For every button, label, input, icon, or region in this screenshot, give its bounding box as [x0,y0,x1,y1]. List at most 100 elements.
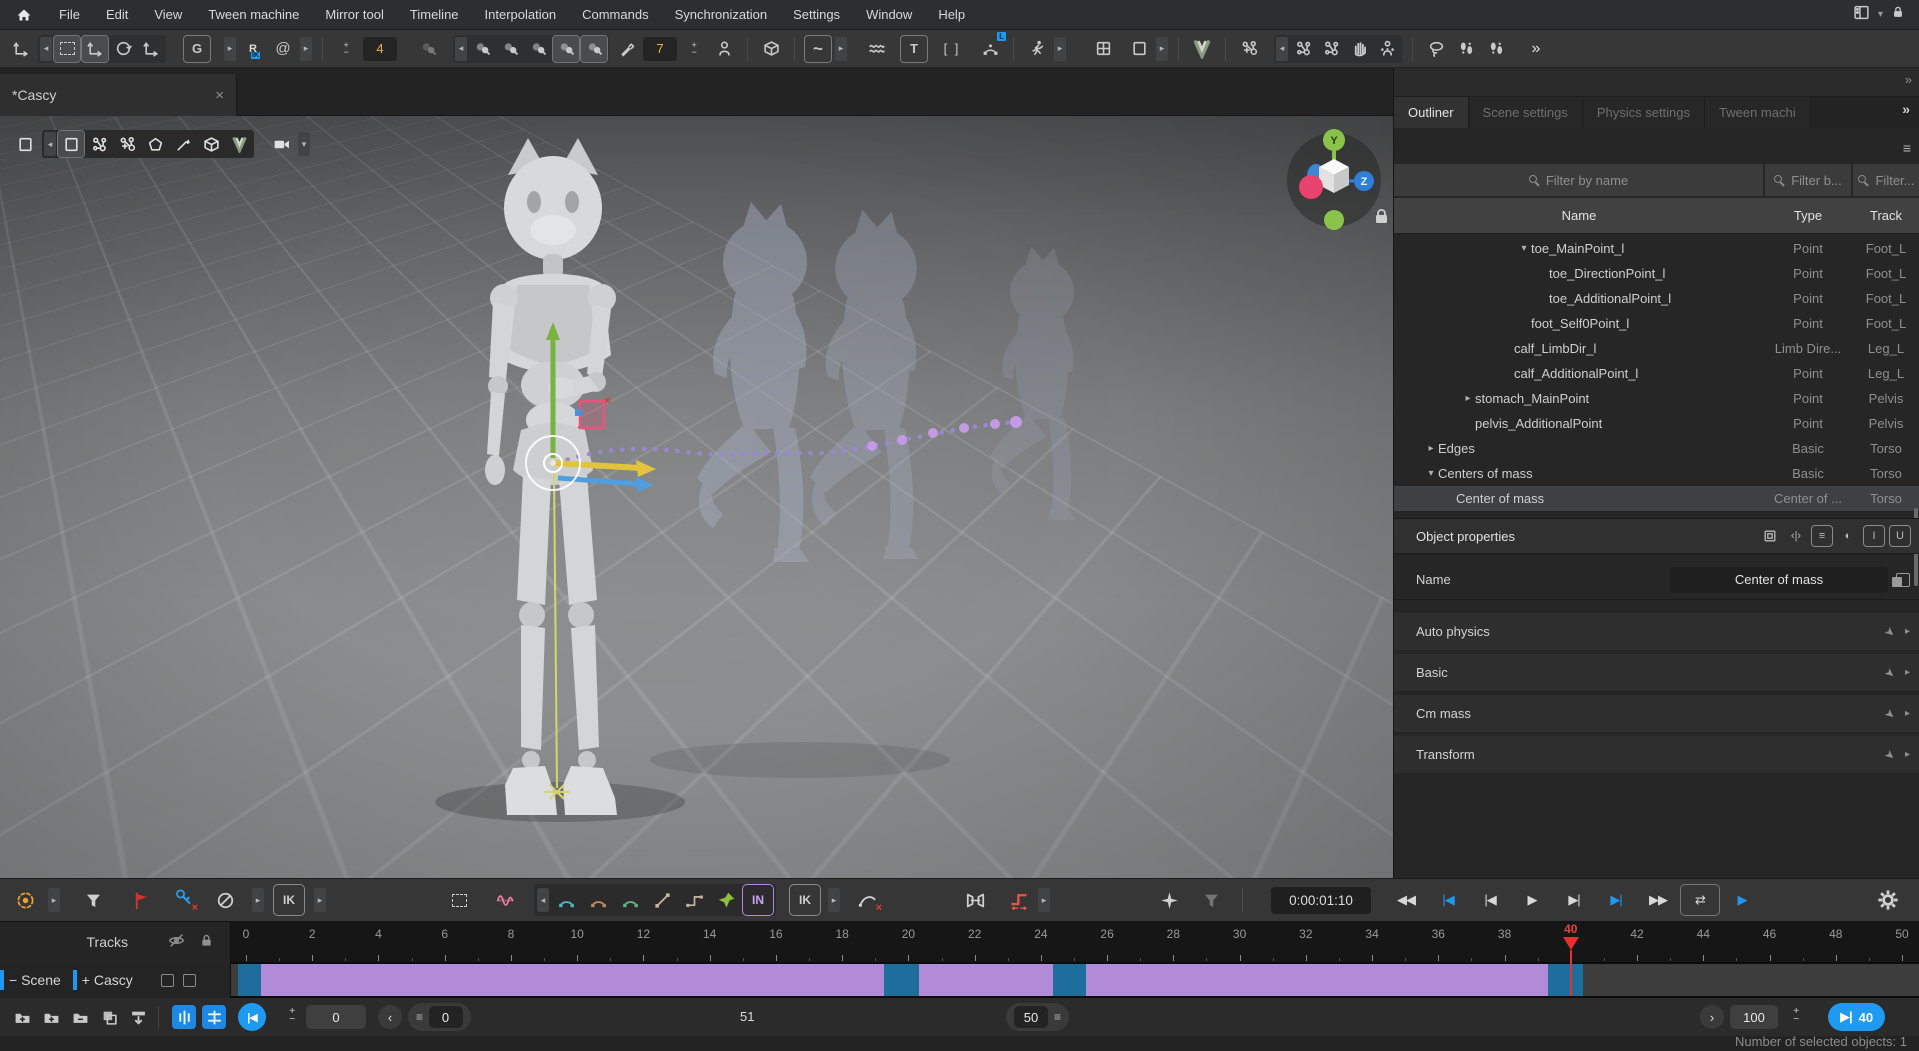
prev-tool-arrow-icon[interactable]: ◂ [40,37,52,61]
joint-select-1-icon[interactable] [1290,36,1316,62]
units-toggle-icon[interactable]: U [1890,526,1910,546]
toolbar-overflow-icon[interactable]: » [1523,36,1549,62]
next-frame-button[interactable]: ▶| [1555,885,1593,915]
interp-bezier-c-button[interactable] [615,885,645,915]
rect-window-button[interactable] [1126,36,1152,62]
menu-mirror-tool[interactable]: Mirror tool [312,0,397,30]
start-stepper[interactable]: +− [286,1008,298,1024]
menu-synchronization[interactable]: Synchronization [662,0,781,30]
wire-mode-icon[interactable] [114,131,140,157]
info-toggle-icon[interactable]: I [1864,526,1884,546]
text-tool-icon[interactable]: T [901,36,927,62]
expand-arrow-icon[interactable]: ▸ [1038,888,1050,912]
rotation-ik-toggle[interactable]: RIK [240,36,266,62]
joint-mode-icon[interactable] [86,131,112,157]
more-arrow-icon[interactable]: ▸ [1156,37,1168,61]
track-checkbox-2[interactable] [183,974,196,987]
character-button[interactable] [711,36,737,62]
tree-row[interactable]: ▾Centers of massBasicTorso [1394,461,1919,486]
menu-help[interactable]: Help [925,0,978,30]
pen-mini-button[interactable] [613,36,639,62]
loop-button[interactable]: ⇄ [1681,885,1719,915]
playhead-marker[interactable] [1563,937,1579,950]
global-snap-button[interactable]: G [184,36,210,62]
menu-view[interactable]: View [141,0,195,30]
interp-linear-button[interactable] [647,885,677,915]
panel-layout-icon[interactable] [1853,4,1870,26]
box-select-mode-icon[interactable] [58,131,84,157]
delete-trajectory-button[interactable]: × [852,885,882,915]
key-mode-1-icon[interactable] [469,36,495,62]
tree-row[interactable]: ▸stomach_MainPointPointPelvis [1394,386,1919,411]
menu-window[interactable]: Window [853,0,925,30]
tree-row[interactable]: Center of massCenter of ...Torso [1394,486,1919,511]
wave-edit-button[interactable] [863,36,889,62]
hand-tool-icon[interactable] [1346,36,1372,62]
animation-track-bar[interactable]: 51 [231,962,1919,998]
expander-icon[interactable]: ▾ [1424,468,1438,479]
ik-toggle-2-button[interactable]: IK [790,885,820,915]
add-track-folder-button[interactable] [39,1005,63,1029]
pin-icon[interactable]: ➤ [1882,746,1899,763]
tween-funnel-button[interactable] [78,885,108,915]
scale-tool-icon[interactable] [138,36,164,62]
delete-key-button[interactable]: × [168,885,198,915]
noise-wave-button[interactable] [490,885,520,915]
column-header-type[interactable]: Type [1764,208,1852,223]
next-interval-button[interactable]: › [1700,1005,1724,1029]
ik-toggle-button[interactable]: IK [274,885,304,915]
tree-row[interactable]: calf_AdditionalPoint_lPointLeg_L [1394,361,1919,386]
current-frame-pill[interactable]: ▶| 40 [1828,1003,1885,1031]
menu-timeline[interactable]: Timeline [397,0,472,30]
name-input[interactable] [1670,567,1888,593]
more-arrow-icon[interactable]: ▸ [835,37,847,61]
cube-mode-icon[interactable] [198,131,224,157]
key-mode-4-icon[interactable] [553,36,579,62]
lock-tracks-icon[interactable] [199,933,214,951]
menu-settings[interactable]: Settings [780,0,853,30]
move-tool-icon[interactable] [82,36,108,62]
track-segment-purple[interactable] [261,964,884,996]
display-frame-button[interactable] [12,131,38,157]
grid-window-button[interactable] [1090,36,1116,62]
play-key-button[interactable]: ▶ [1723,885,1761,915]
expand-icon[interactable]: ▸ [1905,626,1910,637]
auto-pin-button[interactable] [1154,885,1184,915]
interp-step-button[interactable] [679,885,709,915]
brackets-tool-icon[interactable]: [ ] [939,36,965,62]
expand-icon[interactable]: ▸ [1905,749,1910,760]
interp-bezier-v-button[interactable] [583,885,613,915]
list-icon[interactable]: ≡ [1054,1010,1061,1024]
track-segment-purple[interactable] [919,964,1053,996]
jump-start-button[interactable]: |◀ [1429,885,1467,915]
expand-arrow-icon[interactable]: ▸ [252,888,264,912]
lasso-tool-icon[interactable] [1423,36,1449,62]
expand-arrow-icon[interactable]: ▸ [828,888,840,912]
spiral-tool-icon[interactable]: @ [270,36,296,62]
prev-joint-arrow-icon[interactable]: ◂ [1276,37,1288,61]
tab-scene-settings[interactable]: Scene settings [1469,97,1583,128]
retime-stretch-button[interactable] [960,885,990,915]
more-arrow-icon[interactable]: ▸ [224,37,236,61]
tree-row[interactable]: ▾toe_MainPoint_lPointFoot_L [1394,236,1919,261]
foot-pin-left-button[interactable] [1453,36,1479,62]
tree-row[interactable]: toe_DirectionPoint_lPointFoot_L [1394,261,1919,286]
menu-edit[interactable]: Edit [93,0,141,30]
menu-commands[interactable]: Commands [569,0,661,30]
filter-input-1[interactable]: Filter b... [1765,164,1851,196]
interval-stepper-icon[interactable]: +− [333,36,359,62]
panel-overflow-icon[interactable]: » [1905,72,1912,87]
column-header-name[interactable]: Name [1394,208,1764,223]
ghost-key-button[interactable] [415,36,441,62]
key-mode-5-icon[interactable] [581,36,607,62]
tree-row[interactable]: calf_LimbDir_lLimb Dire...Leg_L [1394,336,1919,361]
expander-icon[interactable]: ▸ [1424,443,1438,454]
more-arrow-icon[interactable]: ▸ [300,37,312,61]
expander-icon[interactable]: ▾ [1517,243,1531,254]
jump-end-button[interactable]: ▶| [1597,885,1635,915]
jump-key-button[interactable]: |◀ [238,1003,266,1031]
prev-mode-arrow-icon[interactable]: ◂ [44,132,56,156]
track-segment-purple[interactable] [1086,964,1548,996]
section-auto-physics[interactable]: Auto physics➤▸ [1394,613,1919,651]
rotate-tool-icon[interactable] [110,36,136,62]
